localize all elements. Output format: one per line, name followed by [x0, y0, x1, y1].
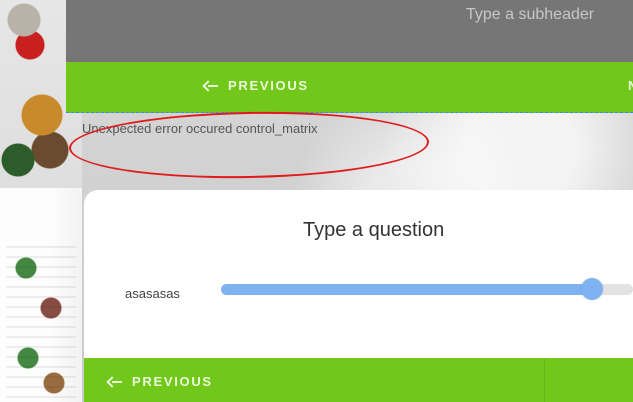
arrow-left-icon	[108, 377, 122, 387]
background-booklet-image	[0, 188, 82, 402]
error-highlight-circle	[68, 108, 430, 182]
subheader-placeholder[interactable]: Type a subheader	[466, 6, 594, 24]
top-previous-button[interactable]: PREVIOUS	[204, 78, 309, 93]
slider-fill	[221, 284, 592, 295]
top-next-button[interactable]: N	[628, 78, 633, 93]
slider-row-label: asasasas	[125, 286, 180, 301]
top-header-band: Type a subheader	[66, 0, 633, 62]
slider-track[interactable]	[221, 278, 633, 300]
bottom-previous-button[interactable]: PREVIOUS	[108, 374, 213, 389]
question-title[interactable]: Type a question	[303, 219, 444, 242]
bottom-divider	[544, 358, 545, 402]
arrow-left-icon	[204, 81, 218, 91]
question-card	[84, 190, 633, 358]
slider-thumb[interactable]	[580, 278, 603, 300]
bottom-navigation-bar: PREVIOUS	[84, 358, 633, 402]
bottom-previous-label: PREVIOUS	[132, 374, 213, 389]
top-previous-label: PREVIOUS	[228, 78, 309, 93]
top-navigation-bar: PREVIOUS N	[66, 62, 633, 113]
error-annotation: Unexpected error occured control_matrix	[0, 108, 633, 182]
